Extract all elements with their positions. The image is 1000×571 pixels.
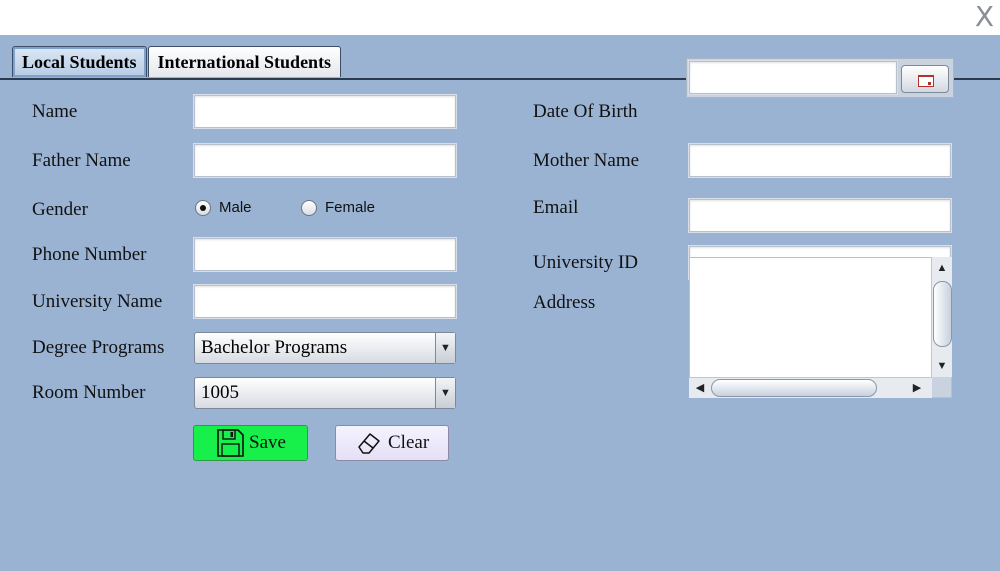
- scroll-right-icon[interactable]: ▶: [908, 378, 926, 398]
- clear-button[interactable]: Clear: [335, 425, 449, 461]
- scroll-up-icon[interactable]: ▲: [932, 259, 952, 277]
- university-name-field[interactable]: [194, 285, 456, 318]
- gender-male-label: Male: [219, 199, 252, 216]
- address-vertical-scrollbar[interactable]: ▲ ▼: [931, 257, 952, 377]
- dropdown-arrow-icon[interactable]: ▼: [435, 333, 455, 363]
- name-input[interactable]: [195, 96, 455, 127]
- vertical-scroll-thumb[interactable]: [933, 281, 952, 347]
- calendar-button[interactable]: [901, 65, 949, 93]
- floppy-disk-icon: [217, 429, 244, 457]
- scrollbar-corner: [932, 377, 951, 397]
- scroll-left-icon[interactable]: ◀: [691, 378, 709, 398]
- tab-strip: Local Students International Students: [12, 46, 342, 79]
- tab-local-students[interactable]: Local Students: [12, 46, 147, 77]
- dropdown-arrow-icon[interactable]: ▼: [435, 378, 455, 408]
- date-of-birth-label: Date Of Birth: [533, 101, 638, 122]
- gender-female-label: Female: [325, 199, 376, 216]
- address-label: Address: [533, 292, 596, 313]
- father-name-label: Father Name: [32, 150, 131, 171]
- degree-programs-value: Bachelor Programs: [201, 337, 348, 358]
- gender-female-radio[interactable]: Female: [301, 199, 375, 216]
- calendar-icon: [918, 75, 934, 87]
- name-label: Name: [32, 101, 78, 122]
- title-bar: X: [0, 0, 1000, 35]
- university-name-label: University Name: [32, 291, 163, 312]
- phone-number-label: Phone Number: [32, 244, 147, 265]
- address-horizontal-scrollbar[interactable]: ◀ ▶: [689, 377, 932, 398]
- close-button[interactable]: X: [975, 2, 994, 32]
- father-name-field[interactable]: [194, 144, 456, 177]
- mother-name-input[interactable]: [690, 145, 950, 176]
- mother-name-label: Mother Name: [533, 150, 640, 171]
- tab-international-students[interactable]: International Students: [147, 46, 342, 77]
- eraser-icon: [358, 433, 380, 454]
- radio-selected-icon: [195, 199, 211, 216]
- radio-unselected-icon: [301, 199, 317, 216]
- phone-number-input[interactable]: [195, 239, 455, 270]
- save-button[interactable]: Save: [193, 425, 308, 461]
- clear-button-label: Clear: [388, 432, 430, 453]
- degree-programs-select[interactable]: Bachelor Programs ▼: [194, 332, 456, 364]
- email-field[interactable]: [689, 199, 951, 232]
- gender-male-radio[interactable]: Male: [195, 199, 252, 216]
- email-input[interactable]: [690, 200, 950, 231]
- university-name-input[interactable]: [195, 286, 455, 317]
- phone-number-field[interactable]: [194, 238, 456, 271]
- gender-label: Gender: [32, 199, 88, 220]
- university-id-label: University ID: [533, 252, 639, 273]
- scroll-down-icon[interactable]: ▼: [932, 357, 952, 375]
- mother-name-field[interactable]: [689, 144, 951, 177]
- room-number-select[interactable]: 1005 ▼: [194, 377, 456, 409]
- save-button-label: Save: [249, 432, 286, 453]
- date-of-birth-field[interactable]: [689, 61, 897, 94]
- room-number-label: Room Number: [32, 382, 146, 403]
- room-number-value: 1005: [201, 382, 239, 403]
- horizontal-scroll-thumb[interactable]: [711, 379, 877, 397]
- father-name-input[interactable]: [195, 145, 455, 176]
- name-field[interactable]: [194, 95, 456, 128]
- email-label: Email: [533, 197, 579, 218]
- degree-programs-label: Degree Programs: [32, 337, 165, 358]
- date-of-birth-input[interactable]: [690, 62, 896, 93]
